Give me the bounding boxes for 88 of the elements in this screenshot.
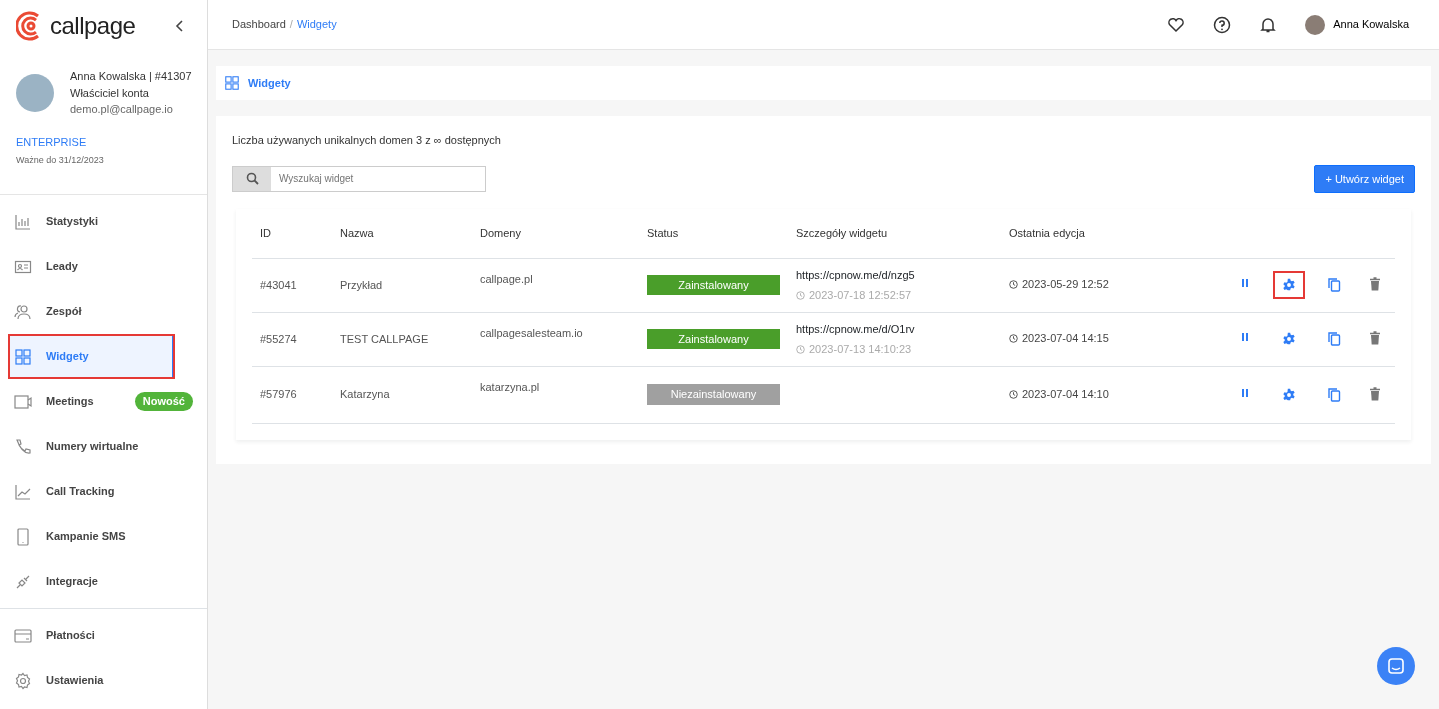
card-icon bbox=[14, 626, 32, 645]
bell-icon bbox=[1259, 15, 1278, 34]
domain-text: katarzyna.pl bbox=[480, 380, 540, 393]
nav-item[interactable]: Kampanie SMS bbox=[0, 514, 207, 559]
account-role: Właściciel konta bbox=[70, 85, 150, 101]
grid-icon bbox=[14, 347, 32, 366]
clock-icon bbox=[796, 290, 805, 300]
grid-icon bbox=[224, 75, 240, 91]
copy-icon bbox=[1327, 331, 1341, 346]
trash-icon bbox=[1369, 386, 1381, 401]
pause-icon bbox=[1239, 386, 1251, 399]
column-header: Domeny bbox=[472, 209, 639, 258]
gear-icon bbox=[1282, 278, 1296, 292]
plan-validity: Ważne do 31/12/2023 bbox=[16, 154, 105, 167]
nav-item[interactable]: Meetings Nowość bbox=[0, 379, 207, 424]
status-badge: Zainstalowany bbox=[647, 328, 780, 350]
logo-text: callpage bbox=[50, 11, 136, 41]
column-header: Status bbox=[639, 209, 788, 258]
account-name: Anna Kowalska | #41307 bbox=[70, 69, 192, 84]
clock-icon bbox=[1009, 280, 1018, 290]
edit-time: 2023-07-04 14:10 bbox=[1009, 385, 1109, 403]
user-menu[interactable]: Anna Kowalska bbox=[1299, 8, 1415, 41]
plan-name: ENTERPRISE bbox=[16, 134, 88, 150]
install-time: 2023-07-13 14:10:23 bbox=[796, 341, 993, 358]
new-badge: Nowość bbox=[134, 392, 193, 411]
pause-icon bbox=[1239, 277, 1251, 289]
bar-chart-icon bbox=[14, 212, 32, 231]
trash-icon bbox=[1369, 277, 1381, 291]
column-header: Nazwa bbox=[332, 209, 472, 258]
avatar bbox=[1305, 14, 1326, 35]
copy-icon bbox=[1327, 277, 1341, 292]
edit-time: 2023-05-29 12:52 bbox=[1009, 276, 1109, 293]
account-email: demo.pl@callpage.io bbox=[70, 102, 174, 117]
chat-icon bbox=[1388, 658, 1404, 674]
settings-button[interactable] bbox=[1273, 271, 1305, 299]
widget-id: #43041 bbox=[260, 278, 297, 291]
clock-icon bbox=[1009, 334, 1018, 344]
phone-icon bbox=[14, 437, 32, 456]
widget-id: #55274 bbox=[260, 332, 297, 345]
people-icon bbox=[14, 302, 32, 321]
nav-item[interactable]: Ustawienia bbox=[0, 658, 207, 703]
nav-item[interactable]: Leady bbox=[0, 244, 207, 289]
search-icon bbox=[245, 172, 259, 186]
breadcrumb-link[interactable]: Dashboard bbox=[232, 16, 286, 33]
nav-item[interactable]: Płatności bbox=[0, 613, 207, 658]
search-box[interactable]: Wyszukaj widget bbox=[232, 165, 486, 192]
column-header: ID bbox=[252, 209, 332, 258]
line-chart-icon bbox=[14, 482, 32, 501]
breadcrumb-separator: / bbox=[289, 17, 293, 33]
column-header: Szczegóły widgetu bbox=[788, 209, 1001, 258]
widget-name: Katarzyna bbox=[340, 388, 390, 401]
status-badge: Zainstalowany bbox=[647, 274, 780, 296]
nav-item[interactable]: Statystyki bbox=[0, 199, 207, 244]
avatar bbox=[16, 73, 54, 112]
gear-icon bbox=[1282, 387, 1296, 402]
column-header: Ostatnia edycja bbox=[1001, 209, 1161, 258]
nav-item[interactable]: Zespół bbox=[0, 289, 207, 334]
domain-text: callpage.pl bbox=[480, 272, 533, 285]
gear-icon bbox=[1282, 332, 1296, 346]
status-badge: Niezainstalowany bbox=[647, 384, 780, 405]
help-icon bbox=[1213, 15, 1232, 34]
nav-item[interactable]: Call Tracking bbox=[0, 469, 207, 514]
chat-button[interactable] bbox=[1377, 647, 1415, 685]
page-title: Widgety bbox=[248, 75, 291, 91]
install-time: 2023-07-18 12:52:57 bbox=[796, 287, 993, 304]
widget-url: https://cpnow.me/d/nzg5 bbox=[796, 267, 916, 283]
breadcrumb-link[interactable]: Widgety bbox=[296, 16, 337, 33]
edit-time: 2023-07-04 14:15 bbox=[1009, 330, 1109, 347]
video-camera-icon bbox=[14, 392, 32, 411]
mobile-phone-icon bbox=[14, 527, 32, 546]
heart-icon bbox=[1167, 15, 1186, 34]
copy-icon bbox=[1327, 386, 1341, 402]
widget-url: https://cpnow.me/d/O1rv bbox=[796, 321, 916, 337]
nav-item[interactable]: Integracje bbox=[0, 559, 207, 604]
pause-icon bbox=[1239, 331, 1251, 343]
domain-text: callpagesalesteam.io bbox=[480, 326, 583, 339]
trash-icon bbox=[1369, 331, 1381, 345]
widget-id: #57976 bbox=[260, 388, 297, 401]
create-widget-button[interactable]: + Utwórz widget bbox=[1314, 164, 1415, 193]
usage-text: Liczba używanych unikalnych domen 3 z ∞ dostępnych bbox=[232, 133, 502, 148]
clock-icon bbox=[796, 344, 805, 354]
chevron-left-icon bbox=[175, 20, 185, 32]
settings-icon bbox=[14, 671, 32, 690]
clock-icon bbox=[1009, 389, 1018, 399]
widget-name: TEST CALLPAGE bbox=[340, 332, 429, 345]
nav-item[interactable]: Numery wirtualne bbox=[0, 424, 207, 469]
nav-item[interactable]: Widgety bbox=[8, 334, 175, 379]
widget-name: Przykład bbox=[340, 278, 383, 291]
